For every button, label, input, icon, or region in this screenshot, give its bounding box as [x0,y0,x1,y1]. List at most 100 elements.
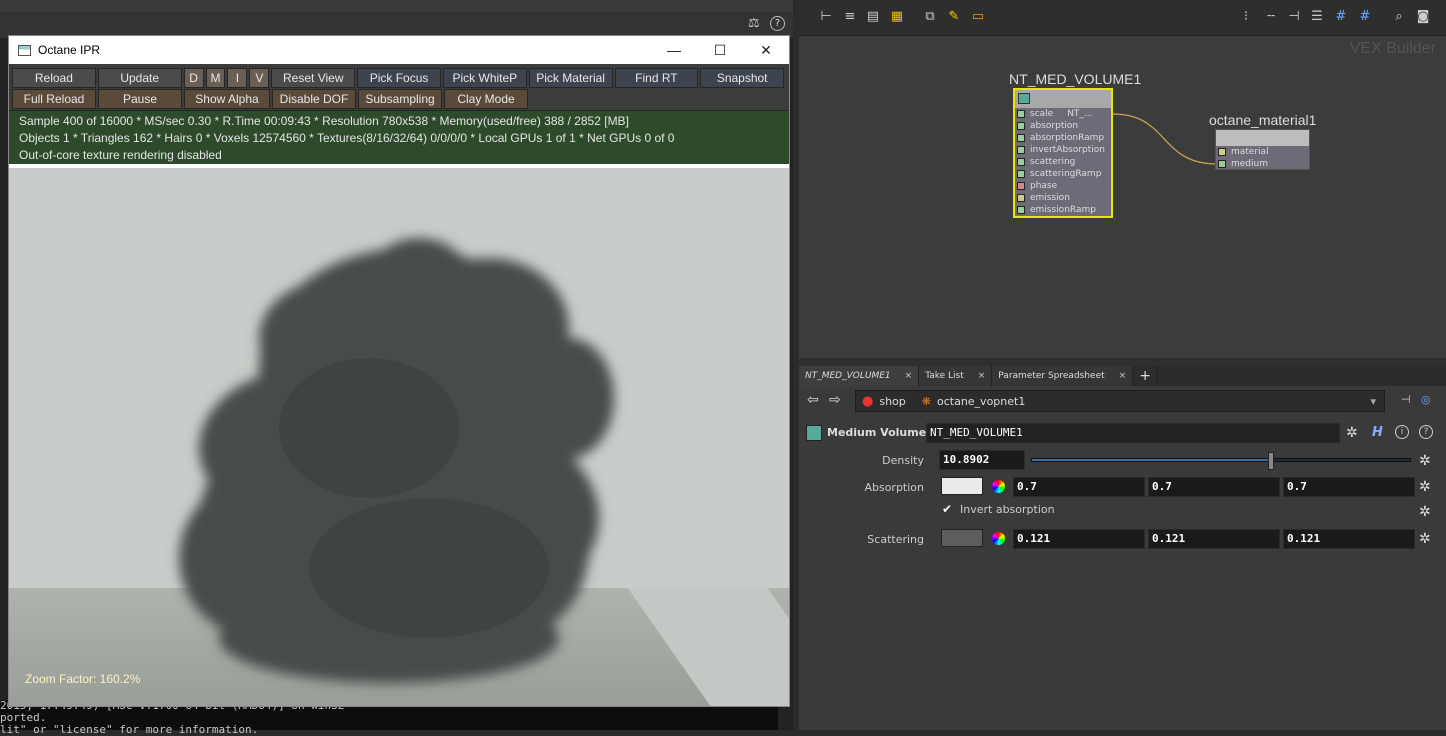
close-icon[interactable]: × [978,371,986,381]
tab-parameters[interactable]: NT_MED_VOLUME1 × [799,366,920,386]
close-icon[interactable]: × [1119,371,1127,381]
density-field[interactable]: 10.8902 [939,450,1025,470]
pick-whitep-button[interactable]: Pick WhiteP [442,68,527,88]
network-box-icon[interactable]: ⧉ [923,10,937,24]
scene-view-icon[interactable]: ⚖ [748,16,760,31]
pin-icon[interactable]: ⊣ [1401,393,1411,406]
medium-volume-node[interactable]: scale NT_... absorption absorptionRamp in… [1013,88,1113,218]
port-label: absorption [1030,121,1079,131]
node-port[interactable]: invertAbsorption [1015,144,1111,156]
show-alpha-button[interactable]: Show Alpha [184,89,270,109]
zoom-icon[interactable]: ⌕ [1392,10,1406,24]
absorption-color-swatch[interactable] [941,477,983,495]
node-port[interactable]: scattering [1015,156,1111,168]
gear-icon[interactable]: ✲ [1419,505,1433,519]
render-viewport[interactable]: Zoom Factor: 160.2% [9,168,789,706]
close-icon[interactable]: × [905,371,913,381]
checkbox-checked-icon[interactable]: ✔ [942,503,954,515]
reload-button[interactable]: Reload [12,68,96,88]
node-port[interactable]: scale NT_... [1015,108,1111,120]
node-port[interactable]: emissionRamp [1015,204,1111,216]
find-rt-button[interactable]: Find RT [614,68,699,88]
color-wheel-icon[interactable] [992,532,1005,545]
tab-take-list[interactable]: Take List × [919,366,993,386]
node-port[interactable]: emission [1015,192,1111,204]
node-name-field[interactable]: NT_MED_VOLUME1 [926,423,1340,443]
node-icon [1018,93,1030,104]
window-titlebar: Octane IPR — ☐ ✕ [9,36,789,64]
network-path-field[interactable]: ● shop ❋ octane_vopnet1 ▾ [855,390,1385,412]
dot-icon[interactable]: ▭ [971,10,985,24]
list-icon[interactable]: ≡ [843,10,857,24]
absorption-b-field[interactable]: 0.7 [1283,477,1415,497]
gear-icon[interactable]: ✲ [1419,454,1433,468]
pick-material-button[interactable]: Pick Material [528,68,613,88]
scattering-color-swatch[interactable] [941,529,983,547]
help-icon[interactable]: ? [1419,425,1433,439]
close-icon[interactable]: ✕ [743,36,789,64]
m-button[interactable]: M [205,68,226,88]
snapshot-button[interactable]: Snapshot [700,68,785,88]
align-vertical-icon[interactable]: ⁝ [1239,10,1253,24]
palette-icon[interactable]: ▦ [890,10,904,24]
link-icon[interactable]: ◎ [1421,393,1431,406]
scattering-r-field[interactable]: 0.121 [1013,529,1145,549]
details-icon[interactable]: ▤ [866,10,880,24]
snap-grid-icon[interactable]: # [1358,10,1372,24]
forward-icon[interactable]: ⇨ [829,392,841,408]
status-line: Out-of-core texture rendering disabled [19,148,222,162]
minimize-icon[interactable]: — [651,36,697,64]
chevron-down-icon[interactable]: ▾ [1370,395,1376,408]
color-wheel-icon[interactable] [992,480,1005,493]
node-port[interactable]: scatteringRamp [1015,168,1111,180]
pick-focus-button[interactable]: Pick Focus [357,68,441,88]
grid-icon[interactable]: # [1334,10,1348,24]
reset-view-button[interactable]: Reset View [271,68,356,88]
gear-icon[interactable]: ✲ [1346,426,1360,440]
scattering-g-field[interactable]: 0.121 [1148,529,1280,549]
v-button[interactable]: V [249,68,270,88]
absorption-r-field[interactable]: 0.7 [1013,477,1145,497]
layout-icon[interactable]: ⊣ [1287,10,1301,24]
maximize-icon[interactable]: ☐ [697,36,743,64]
node-port[interactable]: medium [1216,158,1309,170]
node-port[interactable]: material [1216,146,1309,158]
info-icon[interactable]: i [1395,425,1409,439]
path-root[interactable]: shop [879,395,905,408]
pane-divider[interactable] [799,358,1446,366]
octane-material-node[interactable]: material medium [1215,129,1310,170]
tab-label: Take List [925,371,964,381]
help-icon[interactable]: ? [770,16,785,31]
update-button[interactable]: Update [97,68,182,88]
node-port[interactable]: phase [1015,180,1111,192]
disable-dof-button[interactable]: Disable DOF [272,89,356,109]
back-icon[interactable]: ⇦ [807,392,819,408]
gear-icon[interactable]: ✲ [1419,532,1433,546]
slider-handle[interactable] [1268,452,1274,470]
tab-parameter-spreadsheet[interactable]: Parameter Spreadsheet × [992,366,1134,386]
subsampling-button[interactable]: Subsampling [358,89,442,109]
clay-mode-button[interactable]: Clay Mode [444,89,528,109]
sticky-note-icon[interactable]: ✎ [947,10,961,24]
pause-button[interactable]: Pause [98,89,182,109]
full-reload-button[interactable]: Full Reload [12,89,96,109]
network-editor[interactable]: VEX Builder NT_MED_VOLUME1 scale NT_... a… [799,36,1446,358]
d-button[interactable]: D [183,68,204,88]
hda-icon[interactable]: H [1372,425,1383,440]
add-tab-icon[interactable]: + [1133,366,1158,386]
density-label: Density [882,454,924,467]
port-label: scattering [1030,157,1076,167]
gear-icon[interactable]: ✲ [1419,480,1433,494]
arrange-icon[interactable]: ☰ [1310,10,1324,24]
node-port[interactable]: absorption [1015,120,1111,132]
node-port[interactable]: absorptionRamp [1015,132,1111,144]
view-icon[interactable]: ◙ [1416,10,1430,24]
align-horizontal-icon[interactable]: ╌ [1264,10,1278,24]
density-slider[interactable] [1031,452,1411,470]
path-child[interactable]: octane_vopnet1 [937,395,1025,408]
i-button[interactable]: I [227,68,248,88]
scattering-b-field[interactable]: 0.121 [1283,529,1415,549]
absorption-g-field[interactable]: 0.7 [1148,477,1280,497]
tree-icon[interactable]: ⊢ [819,10,833,24]
top-strip [0,0,793,12]
